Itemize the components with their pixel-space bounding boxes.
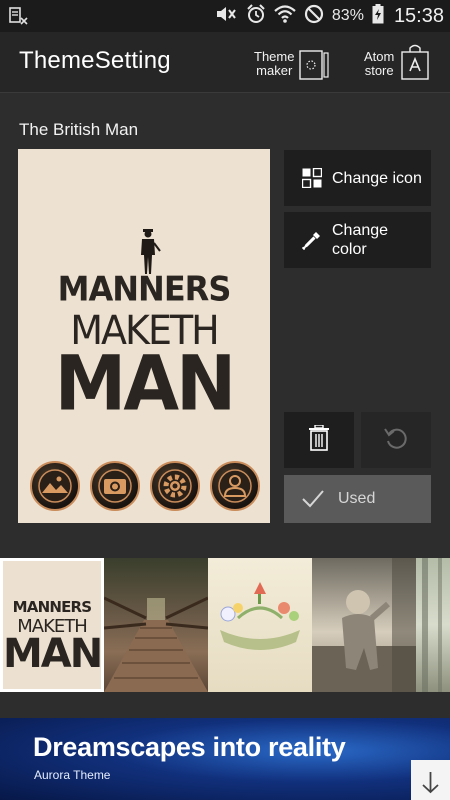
contacts-icon	[210, 461, 260, 511]
trash-icon	[308, 423, 330, 456]
page-title: ThemeSetting	[19, 47, 171, 74]
thumbnail-text-line: MAN	[3, 631, 102, 677]
bridge-image	[104, 596, 208, 692]
status-bar: 83% 15:38	[0, 0, 450, 32]
app-bar: ThemeSetting Theme maker Atom store	[0, 32, 450, 93]
preview-text-line: MAN	[54, 339, 237, 428]
theme-preview[interactable]: MANNERS MAKETH MAN	[18, 149, 270, 523]
theme-thumbnail[interactable]	[416, 558, 450, 692]
refresh-icon	[383, 425, 409, 456]
reset-button[interactable]	[361, 412, 431, 468]
used-label: Used	[338, 490, 376, 507]
delete-button[interactable]	[284, 412, 354, 468]
clock: 15:38	[393, 4, 444, 27]
spring-floral-image	[220, 582, 300, 650]
sim-notification-icon	[8, 7, 30, 25]
child-image	[312, 558, 416, 692]
theme-maker-label: Theme maker	[254, 49, 295, 78]
ad-banner[interactable]: Dreamscapes into reality Aurora Theme	[0, 718, 450, 800]
checkmark-icon	[302, 490, 324, 508]
preview-text-line: MANNERS	[57, 269, 232, 309]
theme-maker-icon	[298, 44, 334, 85]
theme-thumbnail[interactable]	[104, 558, 208, 692]
atom-store-label: Atom store	[364, 49, 395, 78]
theme-thumbnail[interactable]	[208, 558, 312, 692]
download-arrow-icon	[422, 772, 439, 794]
gallery-icon	[30, 461, 80, 511]
preview-icon-row	[30, 461, 260, 513]
mute-icon	[214, 4, 238, 29]
battery-percent: 83%	[331, 7, 364, 24]
theme-thumbnail[interactable]	[312, 558, 416, 692]
eyedropper-icon	[301, 230, 322, 251]
battery-charging-icon	[372, 3, 384, 29]
change-color-label: Change color	[332, 222, 389, 258]
do-not-disturb-icon	[304, 4, 324, 29]
icon-grid-icon	[301, 167, 323, 189]
forest-image	[422, 558, 442, 692]
shopping-bag-icon	[398, 43, 432, 86]
theme-maker-button[interactable]: Theme maker	[254, 42, 334, 86]
thumbnail-text-line: MANNERS	[12, 598, 92, 616]
theme-thumbnail-strip[interactable]: MANNERS MAKETH MAN	[0, 558, 450, 692]
ad-download-button[interactable]	[411, 760, 450, 800]
theme-thumbnail-selected[interactable]: MANNERS MAKETH MAN	[0, 558, 104, 692]
alarm-icon	[246, 3, 266, 29]
wifi-icon	[274, 4, 296, 29]
settings-gear-icon	[150, 461, 200, 511]
change-icon-button[interactable]: Change icon	[284, 150, 431, 206]
change-color-button[interactable]: Change color	[284, 212, 431, 268]
change-icon-label: Change icon	[332, 169, 422, 187]
used-button[interactable]: Used	[284, 475, 431, 523]
ad-title: Dreamscapes into reality	[33, 732, 346, 762]
atom-store-button[interactable]: Atom store	[364, 42, 432, 86]
camera-icon	[90, 461, 140, 511]
theme-name: The British Man	[19, 120, 139, 139]
ad-subtitle: Aurora Theme	[34, 768, 111, 782]
